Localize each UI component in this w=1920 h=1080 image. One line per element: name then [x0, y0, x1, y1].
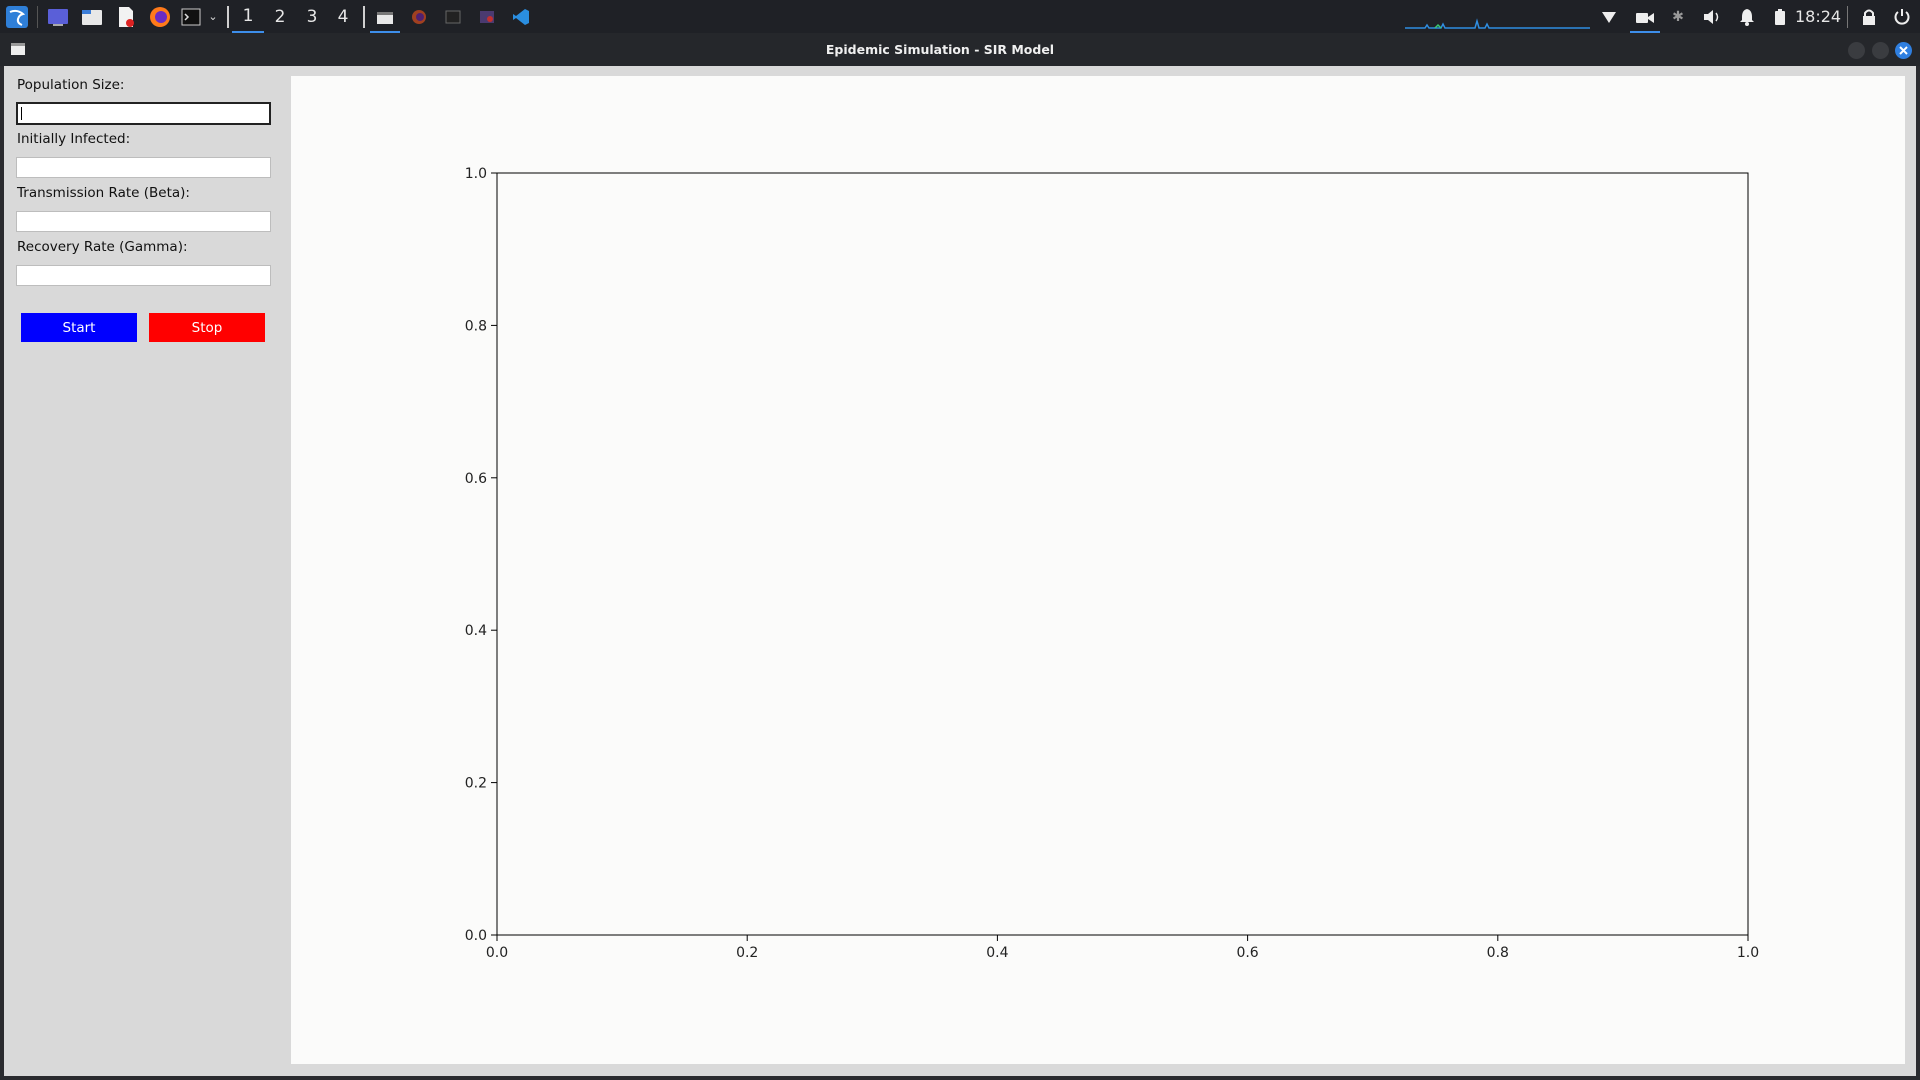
window-icon[interactable] [370, 4, 400, 33]
x-tick-label: 1.0 [1737, 945, 1759, 961]
y-tick-label: 0.8 [465, 318, 487, 334]
y-tick-label: 0.4 [465, 623, 487, 639]
initially-infected-label: Initially Infected: [17, 131, 131, 147]
start-button[interactable]: Start [21, 313, 137, 342]
firefox-window-icon[interactable] [407, 4, 431, 29]
clock[interactable]: 18:24 [1795, 0, 1841, 33]
text-cursor [21, 107, 22, 120]
desktop-icon[interactable] [46, 4, 70, 29]
dropdown-icon[interactable]: ⌄ [206, 4, 220, 29]
x-axis: 0.0 0.2 0.4 0.6 0.8 1.0 [486, 935, 1759, 961]
initially-infected-input[interactable] [16, 157, 271, 178]
x-tick-label: 0.2 [736, 945, 758, 961]
minimize-button[interactable] [1848, 42, 1865, 59]
stop-button[interactable]: Stop [149, 313, 265, 342]
bluetooth-icon[interactable]: ✱ [1668, 4, 1688, 29]
network-icon[interactable] [1598, 4, 1620, 29]
workspace-4[interactable]: 4 [327, 0, 359, 33]
transmission-rate-label: Transmission Rate (Beta): [17, 185, 190, 201]
x-tick-label: 0.8 [1487, 945, 1509, 961]
population-size-input[interactable] [16, 102, 271, 125]
y-tick-label: 0.2 [465, 776, 487, 792]
close-icon [1899, 46, 1908, 55]
firefox-icon[interactable] [148, 4, 172, 29]
workspace-label: 2 [274, 6, 286, 27]
plot-svg: 0.0 0.2 0.4 0.6 0.8 1.0 0.0 0.2 0.4 0.6 0.8 1.0 [465, 166, 1759, 961]
taskbar: ⌄ 1 2 3 4 ✱ 18:24 [0, 0, 1920, 33]
battery-icon [1770, 4, 1790, 29]
x-tick-label: 0.6 [1236, 945, 1258, 961]
plot-canvas: 0.0 0.2 0.4 0.6 0.8 1.0 0.0 0.2 0.4 0.6 0.8 1.0 [291, 76, 1905, 1064]
workspace-label: 1 [242, 5, 254, 26]
population-size-label: Population Size: [17, 77, 125, 93]
workspace-2[interactable]: 2 [264, 0, 296, 33]
x-tick-label: 0.4 [986, 945, 1008, 961]
workspace-3[interactable]: 3 [296, 0, 328, 33]
close-button[interactable] [1895, 42, 1912, 59]
recovery-rate-input[interactable] [16, 265, 271, 286]
recovery-rate-label: Recovery Rate (Gamma): [17, 239, 188, 255]
lock-icon[interactable] [1858, 4, 1880, 29]
maximize-button[interactable] [1872, 42, 1889, 59]
kali-menu-icon[interactable] [4, 4, 30, 29]
terminal-icon[interactable] [180, 4, 202, 29]
window-title: Epidemic Simulation - SIR Model [825, 42, 1055, 57]
vscode-icon[interactable] [509, 4, 533, 29]
app-window: Population Size: Initially Infected: Tra… [4, 66, 1916, 1076]
y-tick-label: 1.0 [465, 166, 487, 182]
volume-icon[interactable] [1700, 4, 1724, 29]
x-tick-label: 0.0 [486, 945, 508, 961]
app-window-icon[interactable] [475, 4, 499, 29]
workspace-1[interactable]: 1 [232, 0, 264, 33]
file-manager-icon[interactable] [80, 4, 104, 29]
power-icon[interactable] [1890, 4, 1914, 29]
window-bottom-border [0, 1076, 1920, 1080]
y-tick-label: 0.0 [465, 928, 487, 944]
system-monitor-graph [1405, 4, 1590, 29]
transmission-rate-input[interactable] [16, 211, 271, 232]
control-panel: Population Size: Initially Infected: Tra… [4, 66, 290, 1076]
workspace-label: 4 [337, 6, 349, 27]
text-editor-icon[interactable] [115, 4, 137, 29]
bell-icon[interactable] [1736, 4, 1758, 29]
axes-frame [496, 172, 1749, 936]
y-axis: 0.0 0.2 0.4 0.6 0.8 1.0 [465, 166, 497, 944]
y-tick-label: 0.6 [465, 471, 487, 487]
terminal-window-icon[interactable] [441, 4, 465, 29]
workspace-label: 3 [306, 6, 318, 27]
window-titlebar[interactable]: Epidemic Simulation - SIR Model [0, 33, 1920, 66]
camera-icon[interactable] [1630, 4, 1660, 33]
